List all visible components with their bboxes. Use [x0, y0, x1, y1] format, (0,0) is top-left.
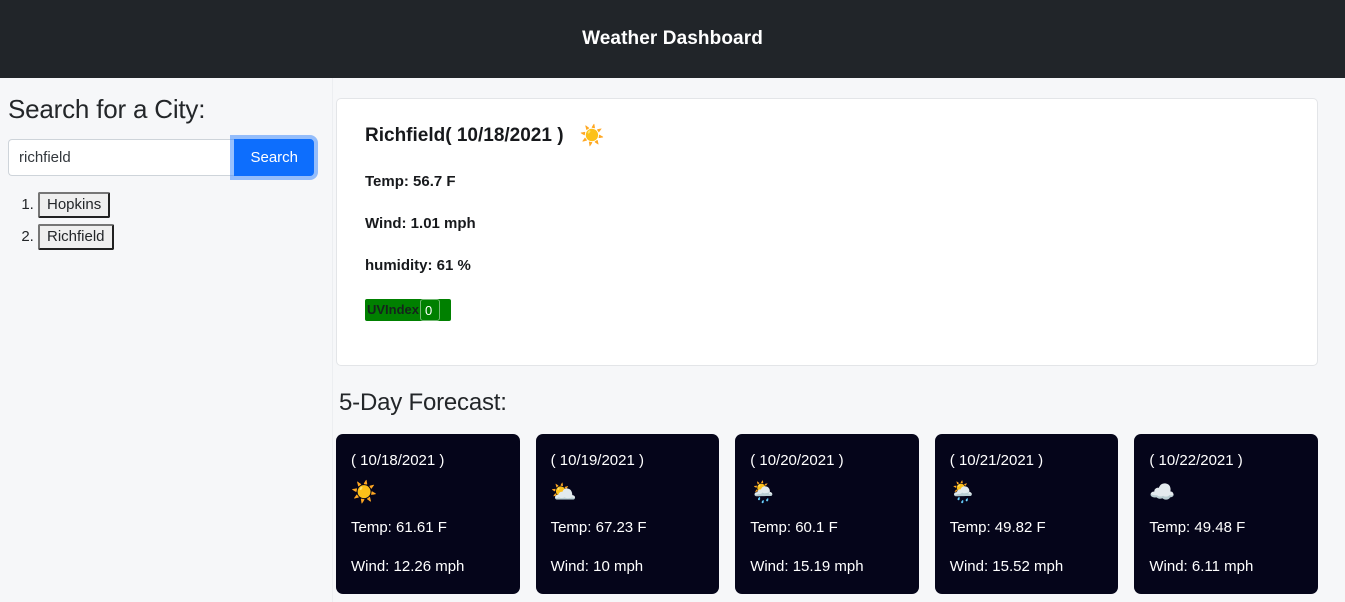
current-humidity: humidity: 61 % [365, 257, 471, 274]
forecast-temp: Temp: 49.82 F [949, 519, 1046, 536]
forecast-wind: Wind: 15.19 mph [750, 558, 864, 575]
search-heading: Search for a City: [8, 94, 206, 124]
list-item: Richfield [38, 224, 320, 250]
forecast-wind: Wind: 6.11 mph [1149, 558, 1254, 575]
sun-behind-cloud-icon: ⛅ [550, 481, 577, 504]
forecast-temp: Temp: 60.1 F [750, 519, 838, 536]
sun-icon: ☀️ [579, 125, 605, 147]
forecast-row: ( 10/18/2021 ) ☀️ Temp: 61.61 F Wind: 12… [336, 434, 1318, 594]
search-input[interactable] [8, 139, 235, 176]
forecast-temp: Temp: 49.48 F [1149, 519, 1246, 536]
search-form: Search [8, 139, 314, 176]
current-weather-title: Richfield( 10/18/2021 ) ☀️ [365, 125, 1289, 147]
forecast-date: ( 10/20/2021 ) [750, 452, 844, 469]
forecast-date: ( 10/22/2021 ) [1149, 452, 1243, 469]
page-body: Search for a City: Search Hopkins Richfi… [0, 78, 1345, 602]
cloud-icon: ☁️ [1149, 481, 1176, 504]
current-wind: Wind: 1.01 mph [365, 215, 476, 232]
forecast-card: ( 10/19/2021 ) ⛅ Temp: 67.23 F Wind: 10 … [535, 434, 720, 594]
search-history-list: Hopkins Richfield [8, 192, 320, 250]
forecast-card: ( 10/22/2021 ) ☁️ Temp: 49.48 F Wind: 6.… [1134, 434, 1318, 594]
forecast-temp: Temp: 61.61 F [351, 519, 447, 536]
forecast-card: ( 10/20/2021 ) 🌦️ Temp: 60.1 F Wind: 15.… [735, 434, 919, 594]
forecast-date: ( 10/18/2021 ) [351, 452, 445, 469]
main-content: Richfield( 10/18/2021 ) ☀️ Temp: 56.7 F … [333, 78, 1345, 602]
forecast-date: ( 10/21/2021 ) [949, 452, 1044, 469]
uv-index-label: UVIndex [367, 302, 420, 317]
sun-behind-rain-cloud-icon: 🌦️ [949, 481, 976, 504]
forecast-wind: Wind: 12.26 mph [351, 558, 465, 575]
list-item: Hopkins [38, 192, 320, 218]
app-header: Weather Dashboard [0, 0, 1345, 78]
forecast-card: ( 10/21/2021 ) 🌦️ Temp: 49.82 F Wind: 15… [934, 434, 1119, 594]
history-city-button[interactable]: Hopkins [38, 192, 111, 218]
uv-index-badge: UVIndex 0 [365, 299, 452, 321]
forecast-wind: Wind: 10 mph [550, 558, 644, 575]
page-title: Weather Dashboard [582, 28, 763, 49]
current-city-date: Richfield( 10/18/2021 ) [365, 125, 564, 146]
forecast-temp: Temp: 67.23 F [550, 519, 647, 536]
forecast-wind: Wind: 15.52 mph [949, 558, 1064, 575]
current-weather-card: Richfield( 10/18/2021 ) ☀️ Temp: 56.7 F … [336, 98, 1318, 366]
forecast-date: ( 10/19/2021 ) [550, 452, 644, 469]
forecast-heading: 5-Day Forecast: [339, 389, 507, 416]
forecast-card: ( 10/18/2021 ) ☀️ Temp: 61.61 F Wind: 12… [336, 434, 520, 594]
history-city-button[interactable]: Richfield [38, 224, 114, 250]
sun-icon: ☀️ [351, 481, 378, 504]
sun-behind-rain-cloud-icon: 🌦️ [750, 481, 777, 504]
current-temp: Temp: 56.7 F [365, 173, 456, 190]
uv-index-value: 0 [420, 299, 441, 321]
sidebar: Search for a City: Search Hopkins Richfi… [0, 78, 333, 602]
search-button[interactable]: Search [234, 139, 314, 176]
